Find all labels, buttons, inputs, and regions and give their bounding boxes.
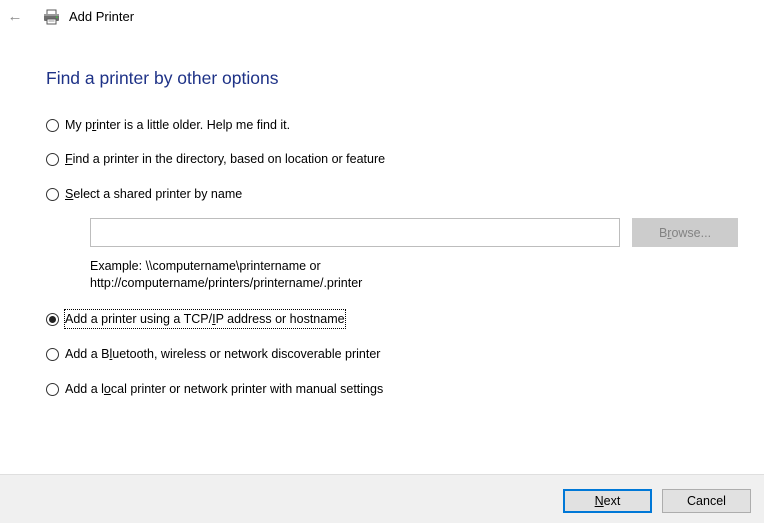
option-bluetooth-wireless[interactable]: Add a Bluetooth, wireless or network dis… [46,345,380,363]
page-heading: Find a printer by other options [46,68,279,88]
radio-older-printer[interactable] [46,118,59,132]
back-arrow-icon[interactable]: ← [7,9,23,25]
option-directory-search[interactable]: Find a printer in the directory, based o… [46,150,385,168]
browse-button[interactable]: Br owse... [632,218,738,247]
example-text: Example: \\computername\printername or h… [90,258,362,292]
next-button[interactable]: Next [563,489,652,513]
option-label: Add a Bluetooth, wireless or network dis… [65,347,381,361]
example-line-1: Example: \\computername\printername or [90,259,321,273]
printer-icon [44,9,59,25]
option-label: Find a printer in the directory, based o… [65,152,386,166]
option-label: Add a local printer or network printer w… [65,382,384,396]
footer-bar: Next Cancel [0,474,764,523]
radio-directory-search[interactable] [46,152,59,166]
radio-shared-printer[interactable] [46,187,59,201]
option-label: Add a printer using a TCP/IP address or … [64,309,346,329]
option-local-printer[interactable]: Add a local printer or network printer w… [46,380,383,398]
radio-bluetooth-wireless[interactable] [46,347,59,361]
title-bar: ← Add Printer [0,0,764,34]
option-tcpip-address[interactable]: Add a printer using a TCP/IP address or … [46,309,346,329]
example-line-2: http://computername/printers/printername… [90,276,363,290]
option-label: My printer is a little older. Help me fi… [65,118,291,132]
option-label: Select a shared printer by name [65,187,243,201]
radio-local-printer[interactable] [46,382,59,396]
radio-tcpip-address[interactable] [46,312,59,326]
shared-printer-name-input[interactable] [90,218,620,247]
window-title: Add Printer [69,9,135,24]
add-printer-window: ← Add Printer Find a printer by other op… [0,0,764,523]
cancel-button[interactable]: Cancel [662,489,751,513]
option-older-printer[interactable]: My printer is a little older. Help me fi… [46,116,290,134]
option-shared-printer[interactable]: Select a shared printer by name [46,185,242,203]
